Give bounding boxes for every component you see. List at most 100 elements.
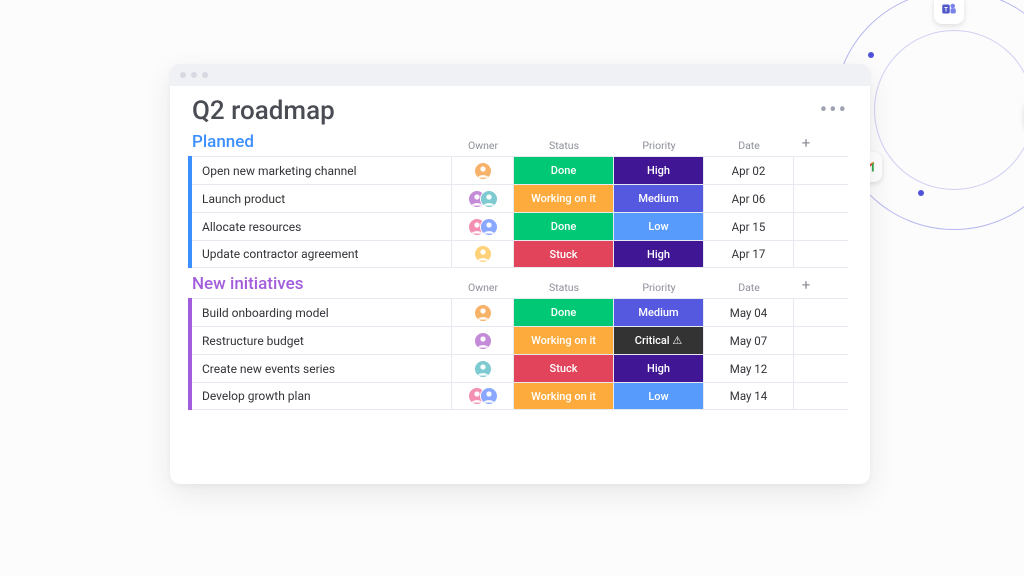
owner-cell[interactable] — [452, 383, 514, 409]
row-trailing-cell — [794, 299, 818, 326]
more-menu-icon[interactable]: ••• — [820, 100, 848, 122]
column-header-owner: Owner — [452, 281, 514, 296]
priority-pill: Low — [614, 213, 703, 240]
status-cell[interactable]: Stuck — [514, 241, 614, 267]
owner-cell[interactable] — [452, 185, 514, 212]
column-header-owner: Owner — [452, 139, 514, 154]
column-header-priority: Priority — [614, 281, 704, 296]
owner-cell[interactable] — [452, 157, 514, 184]
priority-cell[interactable]: Low — [614, 383, 704, 409]
row-trailing-cell — [794, 355, 818, 382]
status-cell[interactable]: Working on it — [514, 185, 614, 212]
date-cell[interactable]: May 14 — [704, 383, 794, 409]
status-cell[interactable]: Done — [514, 299, 614, 326]
task-name-cell[interactable]: Update contractor agreement — [192, 241, 452, 267]
task-name-cell[interactable]: Build onboarding model — [192, 299, 452, 326]
priority-cell[interactable]: Low — [614, 213, 704, 240]
status-pill: Working on it — [514, 327, 613, 354]
priority-cell[interactable]: High — [614, 157, 704, 184]
window-title-bar — [170, 64, 870, 86]
owner-cell[interactable] — [452, 327, 514, 354]
app-window: Q2 roadmap ••• Planned OwnerStatusPriori… — [170, 64, 870, 484]
group-title[interactable]: Planned — [192, 132, 452, 154]
avatar — [474, 332, 492, 350]
svg-text:T: T — [944, 6, 948, 13]
table-row[interactable]: Create new events series Stuck High May … — [192, 354, 848, 382]
traffic-light-dot — [191, 72, 197, 78]
row-trailing-cell — [794, 327, 818, 354]
table-row[interactable]: Build onboarding model Done Medium May 0… — [192, 298, 848, 326]
status-pill: Working on it — [514, 185, 613, 212]
status-cell[interactable]: Working on it — [514, 327, 614, 354]
table-row[interactable]: Open new marketing channel Done High Apr… — [192, 156, 848, 184]
avatar — [480, 218, 498, 236]
table-row[interactable]: Update contractor agreement Stuck High A… — [192, 240, 848, 268]
teams-icon: T — [934, 0, 964, 24]
status-cell[interactable]: Stuck — [514, 355, 614, 382]
orbit-dot — [868, 52, 874, 58]
task-name-cell[interactable]: Develop growth plan — [192, 383, 452, 409]
date-cell[interactable]: Apr 15 — [704, 213, 794, 240]
avatar — [480, 190, 498, 208]
priority-cell[interactable]: High — [614, 241, 704, 267]
priority-pill: High — [614, 157, 703, 184]
integration-orbit-inner — [874, 30, 1024, 190]
priority-cell[interactable]: Critical ⚠ — [614, 327, 704, 354]
priority-pill: High — [614, 241, 703, 267]
date-cell[interactable]: May 12 — [704, 355, 794, 382]
status-pill: Stuck — [514, 241, 613, 267]
date-cell[interactable]: Apr 02 — [704, 157, 794, 184]
status-cell[interactable]: Done — [514, 157, 614, 184]
priority-cell[interactable]: High — [614, 355, 704, 382]
date-cell[interactable]: Apr 06 — [704, 185, 794, 212]
priority-cell[interactable]: Medium — [614, 185, 704, 212]
avatar — [474, 360, 492, 378]
status-cell[interactable]: Working on it — [514, 383, 614, 409]
avatar — [480, 387, 498, 405]
priority-pill: Critical ⚠ — [614, 327, 703, 354]
add-column-button[interactable]: + — [794, 276, 818, 296]
date-cell[interactable]: May 07 — [704, 327, 794, 354]
add-column-button[interactable]: + — [794, 134, 818, 154]
owner-cell[interactable] — [452, 241, 514, 267]
date-cell[interactable]: May 04 — [704, 299, 794, 326]
task-name-cell[interactable]: Create new events series — [192, 355, 452, 382]
owner-cell[interactable] — [452, 213, 514, 240]
task-name-cell[interactable]: Launch product — [192, 185, 452, 212]
column-header-date: Date — [704, 139, 794, 154]
status-cell[interactable]: Done — [514, 213, 614, 240]
avatar — [474, 245, 492, 263]
column-header-priority: Priority — [614, 139, 704, 154]
owner-cell[interactable] — [452, 299, 514, 326]
task-name-cell[interactable]: Restructure budget — [192, 327, 452, 354]
group-new: New initiatives OwnerStatusPriorityDate … — [192, 274, 848, 410]
task-name-cell[interactable]: Allocate resources — [192, 213, 452, 240]
table-row[interactable]: Restructure budget Working on it Critica… — [192, 326, 848, 354]
status-pill: Done — [514, 157, 613, 184]
date-cell[interactable]: Apr 17 — [704, 241, 794, 267]
column-header-status: Status — [514, 139, 614, 154]
priority-pill: Medium — [614, 185, 703, 212]
orbit-dot — [918, 190, 924, 196]
table-row[interactable]: Develop growth plan Working on it Low Ma… — [192, 382, 848, 410]
column-header-date: Date — [704, 281, 794, 296]
owner-cell[interactable] — [452, 355, 514, 382]
group-rows: Open new marketing channel Done High Apr… — [188, 156, 848, 268]
table-row[interactable]: Launch product Working on it Medium Apr … — [192, 184, 848, 212]
status-pill: Working on it — [514, 383, 613, 409]
table-row[interactable]: Allocate resources Done Low Apr 15 — [192, 212, 848, 240]
row-trailing-cell — [794, 185, 818, 212]
priority-pill: Low — [614, 383, 703, 409]
row-trailing-cell — [794, 241, 818, 267]
priority-pill: Medium — [614, 299, 703, 326]
group-title[interactable]: New initiatives — [192, 274, 452, 296]
status-pill: Stuck — [514, 355, 613, 382]
column-header-status: Status — [514, 281, 614, 296]
row-trailing-cell — [794, 213, 818, 240]
status-pill: Done — [514, 299, 613, 326]
priority-cell[interactable]: Medium — [614, 299, 704, 326]
status-pill: Done — [514, 213, 613, 240]
group-planned: Planned OwnerStatusPriorityDate + Open n… — [192, 132, 848, 268]
task-name-cell[interactable]: Open new marketing channel — [192, 157, 452, 184]
avatar — [474, 304, 492, 322]
